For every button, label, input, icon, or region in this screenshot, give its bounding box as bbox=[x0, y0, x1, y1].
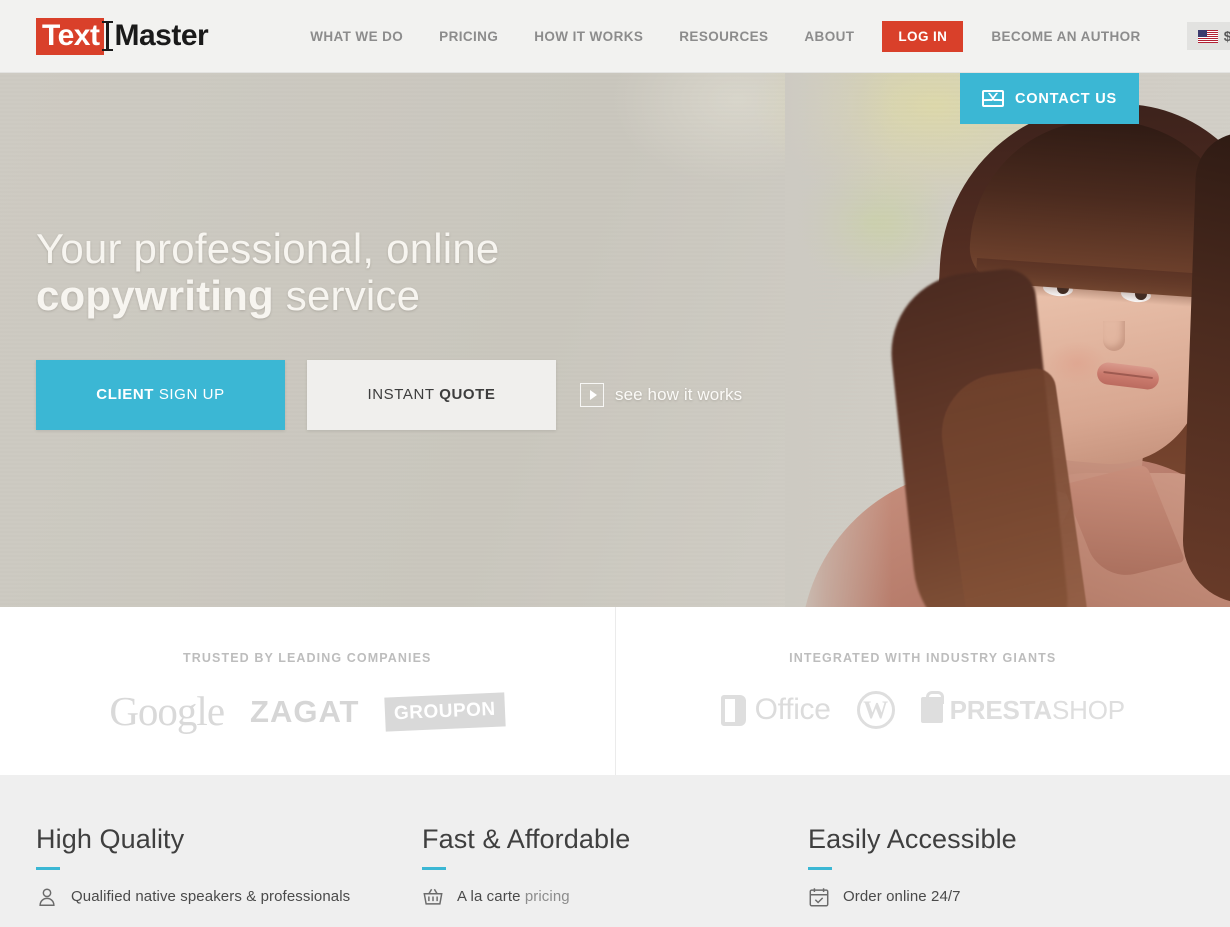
text-cursor-icon bbox=[102, 19, 114, 53]
login-button[interactable]: LOG IN bbox=[882, 20, 964, 52]
hero-content: Your professional, online copywriting se… bbox=[36, 225, 742, 430]
integrated-with-caption: INTEGRATED WITH INDUSTRY GIANTS bbox=[789, 651, 1057, 665]
instant-quote-prefix: INSTANT bbox=[367, 385, 440, 403]
shopping-bag-icon bbox=[920, 691, 944, 723]
client-sign-up-button[interactable]: CLIENT SIGN UP bbox=[36, 359, 285, 430]
site-logo[interactable]: Text Master bbox=[36, 17, 209, 55]
logo-text-part: Text bbox=[36, 17, 105, 55]
hero-section: CONTACT US Your professional, online cop… bbox=[0, 73, 1230, 607]
main-navigation: WHAT WE DO PRICING HOW IT WORKS RESOURCE… bbox=[292, 19, 1230, 54]
contact-us-label: CONTACT US bbox=[1015, 90, 1117, 107]
trusted-by-logos: Google ZAGAT GROUPON bbox=[109, 688, 506, 734]
client-sign-up-bold: CLIENT bbox=[96, 385, 155, 403]
feature-item: A la carte pricing bbox=[422, 886, 772, 908]
hero-headline: Your professional, online copywriting se… bbox=[36, 225, 742, 320]
feature-accent-rule bbox=[808, 866, 832, 870]
nav-what-we-do[interactable]: WHAT WE DO bbox=[292, 19, 421, 54]
calendar-check-icon bbox=[808, 886, 830, 908]
office-mark-icon bbox=[720, 694, 746, 726]
feature-item: Order online 24/7 bbox=[808, 886, 1158, 908]
groupon-logo: GROUPON bbox=[384, 691, 506, 732]
hero-headline-emphasis: copywriting bbox=[36, 272, 274, 320]
feature-fast-affordable: Fast & Affordable A la carte pricing bbox=[422, 824, 808, 927]
feature-accent-rule bbox=[36, 866, 60, 870]
integrated-with-logos: Office W PRESTASHOP bbox=[720, 691, 1125, 729]
partner-logos-band: TRUSTED BY LEADING COMPANIES Google ZAGA… bbox=[0, 607, 1230, 775]
feature-high-quality: High Quality Qualified native speakers &… bbox=[36, 824, 422, 927]
trusted-by-caption: TRUSTED BY LEADING COMPANIES bbox=[183, 651, 432, 665]
prestashop-wordmark: PRESTASHOP bbox=[950, 695, 1125, 726]
hero-portrait-photo bbox=[785, 73, 1230, 607]
hero-headline-line1: Your professional, online bbox=[36, 225, 500, 272]
google-logo: Google bbox=[109, 688, 225, 734]
language-currency-switcher[interactable]: $ bbox=[1186, 22, 1230, 50]
envelope-icon bbox=[982, 90, 1005, 107]
feature-easily-accessible: Easily Accessible Order online 24/7 bbox=[808, 824, 1194, 927]
feature-accent-rule bbox=[422, 866, 446, 870]
feature-item: Qualified native speakers & professional… bbox=[36, 886, 386, 908]
feature-text: Qualified native speakers & professional… bbox=[71, 888, 351, 906]
hero-headline-line2-rest: service bbox=[273, 272, 421, 320]
feature-text-prefix: A la carte bbox=[457, 888, 525, 906]
prestashop-logo: PRESTASHOP bbox=[920, 691, 1125, 726]
wordpress-logo: W bbox=[856, 691, 895, 729]
nav-resources[interactable]: RESOURCES bbox=[661, 19, 786, 54]
logo-master-part: Master bbox=[114, 19, 209, 52]
presta-part: PRESTA bbox=[949, 694, 1053, 725]
integrated-with-column: INTEGRATED WITH INDUSTRY GIANTS Office W… bbox=[616, 607, 1230, 775]
contact-us-button[interactable]: CONTACT US bbox=[960, 73, 1139, 124]
hero-cta-group: CLIENT SIGN UP INSTANT QUOTE see how it … bbox=[36, 359, 743, 430]
instant-quote-button[interactable]: INSTANT QUOTE bbox=[307, 359, 556, 430]
person-icon bbox=[36, 886, 58, 908]
feature-text: A la carte pricing bbox=[457, 888, 570, 905]
site-header: Text Master WHAT WE DO PRICING HOW IT WO… bbox=[0, 0, 1230, 73]
basket-icon bbox=[422, 886, 444, 908]
instant-quote-bold: QUOTE bbox=[439, 385, 496, 403]
nav-how-it-works[interactable]: HOW IT WORKS bbox=[516, 19, 661, 54]
microsoft-office-logo: Office bbox=[720, 693, 831, 727]
feature-title: High Quality bbox=[36, 824, 185, 854]
nav-pricing[interactable]: PRICING bbox=[421, 19, 516, 54]
play-icon bbox=[580, 382, 604, 407]
currency-symbol: $ bbox=[1223, 28, 1230, 44]
us-flag-icon bbox=[1197, 29, 1218, 43]
zagat-logo: ZAGAT bbox=[250, 693, 360, 729]
become-an-author-link[interactable]: BECOME AN AUTHOR bbox=[973, 19, 1158, 54]
shop-part: SHOP bbox=[1051, 694, 1125, 725]
features-section: High Quality Qualified native speakers &… bbox=[0, 775, 1230, 927]
nav-about[interactable]: ABOUT bbox=[786, 19, 872, 54]
trusted-by-column: TRUSTED BY LEADING COMPANIES Google ZAGA… bbox=[0, 607, 616, 775]
pricing-link[interactable]: pricing bbox=[525, 888, 570, 905]
feature-title: Fast & Affordable bbox=[422, 824, 631, 854]
client-sign-up-rest: SIGN UP bbox=[154, 385, 225, 403]
see-how-it-works-label: see how it works bbox=[615, 384, 743, 404]
feature-text: Order online 24/7 bbox=[843, 888, 961, 906]
feature-title: Easily Accessible bbox=[808, 824, 1017, 854]
see-how-it-works-link[interactable]: see how it works bbox=[580, 382, 743, 407]
office-wordmark: Office bbox=[754, 693, 831, 726]
